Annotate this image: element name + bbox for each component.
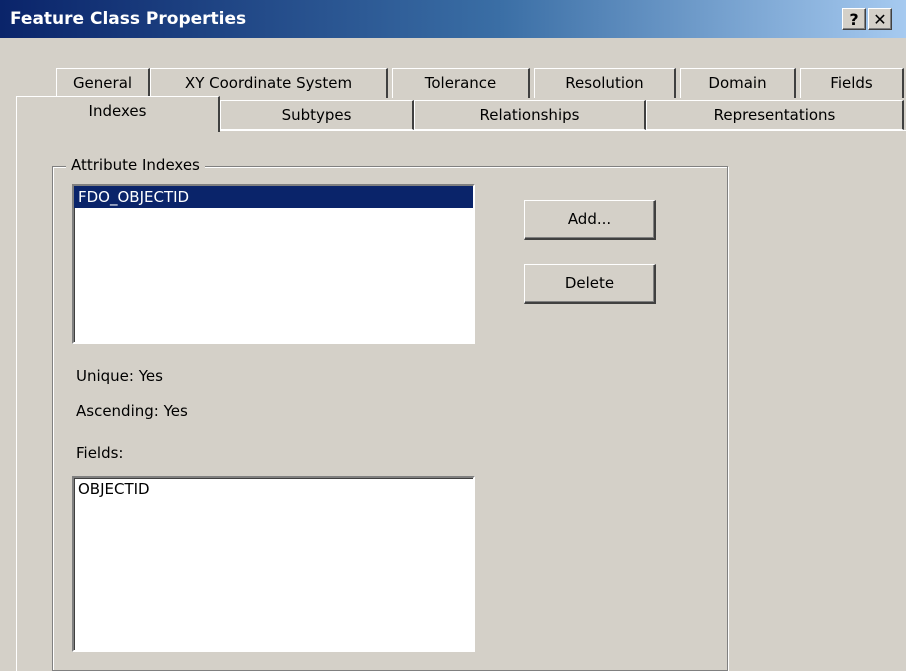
tab-representations[interactable]: Representations: [646, 100, 904, 130]
tab-relationships[interactable]: Relationships: [414, 100, 646, 130]
list-item[interactable]: OBJECTID: [74, 478, 473, 500]
tab-subtypes[interactable]: Subtypes: [220, 100, 414, 130]
fields-list[interactable]: OBJECTID: [72, 476, 475, 652]
window-title: Feature Class Properties: [10, 9, 247, 29]
close-button[interactable]: ✕: [868, 8, 892, 30]
tab-general[interactable]: General: [56, 68, 150, 98]
tab-domain[interactable]: Domain: [680, 68, 796, 98]
ascending-label: Ascending: Yes: [76, 402, 188, 420]
attribute-indexes-label: Attribute Indexes: [66, 156, 205, 174]
tab-indexes[interactable]: Indexes: [16, 96, 220, 132]
help-button[interactable]: ?: [842, 8, 866, 30]
fields-label: Fields:: [76, 444, 124, 462]
tab-fields[interactable]: Fields: [800, 68, 904, 98]
list-item[interactable]: FDO_OBJECTID: [74, 186, 473, 208]
tab-resolution[interactable]: Resolution: [534, 68, 676, 98]
title-bar[interactable]: Feature Class Properties ? ✕: [0, 0, 906, 38]
tab-xy-coordinate-system[interactable]: XY Coordinate System: [150, 68, 388, 98]
add-index-button[interactable]: Add...: [524, 200, 656, 240]
feature-class-properties-dialog: Feature Class Properties ? ✕ General XY …: [0, 0, 906, 671]
unique-label: Unique: Yes: [76, 367, 163, 385]
delete-index-button[interactable]: Delete: [524, 264, 656, 304]
index-list[interactable]: FDO_OBJECTID: [72, 184, 475, 344]
close-icon: ✕: [873, 10, 887, 29]
tab-tolerance[interactable]: Tolerance: [392, 68, 530, 98]
